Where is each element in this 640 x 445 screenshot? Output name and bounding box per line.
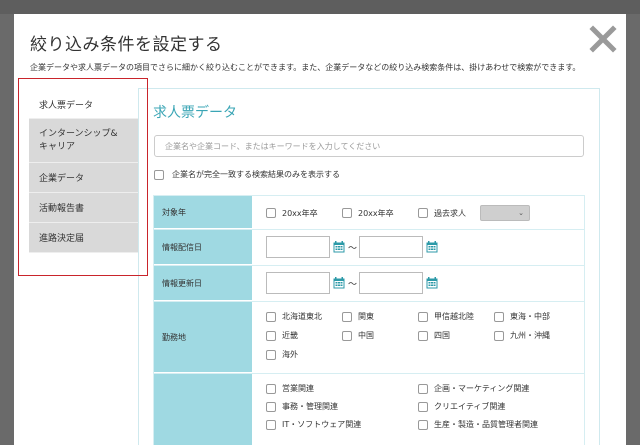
- modal-title: 絞り込み条件を設定する: [30, 35, 223, 55]
- calendar-icon[interactable]: [333, 241, 345, 253]
- checkbox[interactable]: [266, 419, 276, 430]
- exact-match-option[interactable]: 企業名が完全一致する検索結果のみを表示する: [154, 169, 340, 180]
- checkbox[interactable]: [266, 349, 276, 360]
- year-option-2[interactable]: 20xx年卒: [342, 208, 418, 219]
- job-type-label-cell: 職種: [154, 374, 252, 445]
- chevron-down-icon: ⌄: [518, 209, 524, 217]
- backdrop-right: [626, 14, 640, 445]
- updated-date-from-input[interactable]: [266, 272, 330, 294]
- posted-date-to-input[interactable]: [359, 236, 424, 258]
- option-label: 営業関連: [282, 384, 314, 393]
- job-type-option[interactable]: 営業関連: [266, 383, 418, 394]
- checkbox[interactable]: [418, 208, 428, 218]
- keyword-search-input[interactable]: 企業名や企業コード、またはキーワードを入力してください: [154, 135, 584, 157]
- checkbox[interactable]: [418, 330, 428, 341]
- location-option[interactable]: 四国: [418, 330, 494, 341]
- location-option[interactable]: 東海・中部: [494, 311, 570, 322]
- location-option[interactable]: 北海道東北: [266, 311, 342, 322]
- job-type-option[interactable]: 企画・マーケティング関連: [418, 383, 570, 394]
- checkbox[interactable]: [266, 401, 276, 412]
- filter-row-location: 勤務地 北海道東北 関東 甲信越北陸 東海・中部 近畿 中国 四国 九州・沖縄 …: [154, 302, 584, 374]
- job-type-option[interactable]: 事務・管理関連: [266, 401, 418, 412]
- posted-date-from-input[interactable]: [266, 236, 330, 258]
- checkbox[interactable]: [418, 419, 428, 430]
- filter-row-job-type: 職種 営業関連 企画・マーケティング関連 事務・管理関連 クリエイティブ関連 I…: [154, 374, 584, 445]
- option-label: クリエイティブ関連: [434, 402, 506, 411]
- location-option[interactable]: 甲信越北陸: [418, 311, 494, 322]
- checkbox[interactable]: [418, 401, 428, 412]
- option-label: 北海道東北: [282, 312, 322, 321]
- option-label: 海外: [282, 350, 298, 359]
- location-option[interactable]: 海外: [266, 349, 342, 360]
- past-jobs-option[interactable]: 過去求人: [418, 208, 474, 219]
- past-year-select[interactable]: ⌄: [480, 205, 530, 221]
- target-year-label: 対象年: [154, 196, 252, 229]
- option-label: 九州・沖縄: [510, 331, 550, 340]
- filter-panel: 求人票データ 企業名や企業コード、またはキーワードを入力してください 企業名が完…: [138, 88, 600, 445]
- checkbox[interactable]: [494, 330, 504, 341]
- checkbox[interactable]: [494, 311, 504, 322]
- checkbox[interactable]: [342, 330, 352, 341]
- search-placeholder: 企業名や企業コード、またはキーワードを入力してください: [165, 141, 381, 151]
- location-option[interactable]: 九州・沖縄: [494, 330, 570, 341]
- checkbox[interactable]: [342, 311, 352, 322]
- option-label: 生産・製造・品質管理者関連: [434, 420, 538, 429]
- filter-modal: 絞り込み条件を設定する 企業データや求人票データの項目でさらに細かく絞り込むこと…: [14, 14, 626, 445]
- checkbox[interactable]: [266, 330, 276, 341]
- option-label: 東海・中部: [510, 312, 550, 321]
- calendar-icon[interactable]: [426, 241, 438, 253]
- updated-date-to-input[interactable]: [359, 272, 424, 294]
- highlight-frame: [18, 78, 148, 276]
- updated-date-label: 情報更新日: [154, 266, 252, 301]
- checkbox[interactable]: [266, 383, 276, 394]
- location-option[interactable]: 近畿: [266, 330, 342, 341]
- filter-row-target-year: 対象年 20xx年卒 20xx年卒 過去求人 ⌄: [154, 196, 584, 230]
- location-option[interactable]: 関東: [342, 311, 418, 322]
- exact-match-label: 企業名が完全一致する検索結果のみを表示する: [172, 170, 340, 179]
- filter-row-posted-date: 情報配信日 〜: [154, 230, 584, 266]
- posted-date-label: 情報配信日: [154, 230, 252, 265]
- option-label: 事務・管理関連: [282, 402, 338, 411]
- exact-match-checkbox[interactable]: [154, 169, 164, 180]
- location-label: 勤務地: [154, 302, 252, 373]
- checkbox[interactable]: [418, 311, 428, 322]
- calendar-icon[interactable]: [426, 277, 438, 289]
- option-label: 甲信越北陸: [434, 312, 474, 321]
- backdrop-left: [0, 14, 14, 445]
- panel-title: 求人票データ: [153, 105, 237, 121]
- option-label: IT・ソフトウェア関連: [282, 420, 362, 429]
- option-label: 近畿: [282, 331, 298, 340]
- backdrop-top: [0, 0, 640, 14]
- filter-row-updated-date: 情報更新日 〜: [154, 266, 584, 302]
- checkbox[interactable]: [266, 208, 276, 218]
- range-separator: 〜: [348, 243, 358, 254]
- job-type-option[interactable]: クリエイティブ関連: [418, 401, 570, 412]
- range-separator: 〜: [348, 279, 358, 290]
- location-option[interactable]: 中国: [342, 330, 418, 341]
- option-label: 関東: [358, 312, 374, 321]
- option-label: 過去求人: [434, 208, 466, 218]
- calendar-icon[interactable]: [333, 277, 345, 289]
- year-option-1[interactable]: 20xx年卒: [266, 208, 342, 219]
- checkbox[interactable]: [418, 383, 428, 394]
- close-icon[interactable]: [588, 24, 618, 54]
- option-label: 20xx年卒: [282, 208, 318, 218]
- checkbox[interactable]: [342, 208, 352, 218]
- job-type-option[interactable]: 生産・製造・品質管理者関連: [418, 419, 570, 430]
- option-label: 企画・マーケティング関連: [434, 384, 530, 393]
- option-label: 20xx年卒: [358, 208, 394, 218]
- filter-table: 対象年 20xx年卒 20xx年卒 過去求人 ⌄ 情報配信日 〜 情報更新日 〜…: [153, 195, 585, 445]
- job-type-option[interactable]: IT・ソフトウェア関連: [266, 419, 418, 430]
- option-label: 中国: [358, 331, 374, 340]
- option-label: 四国: [434, 331, 450, 340]
- checkbox[interactable]: [266, 311, 276, 322]
- modal-description: 企業データや求人票データの項目でさらに細かく絞り込むことができます。また、企業デ…: [30, 63, 581, 72]
